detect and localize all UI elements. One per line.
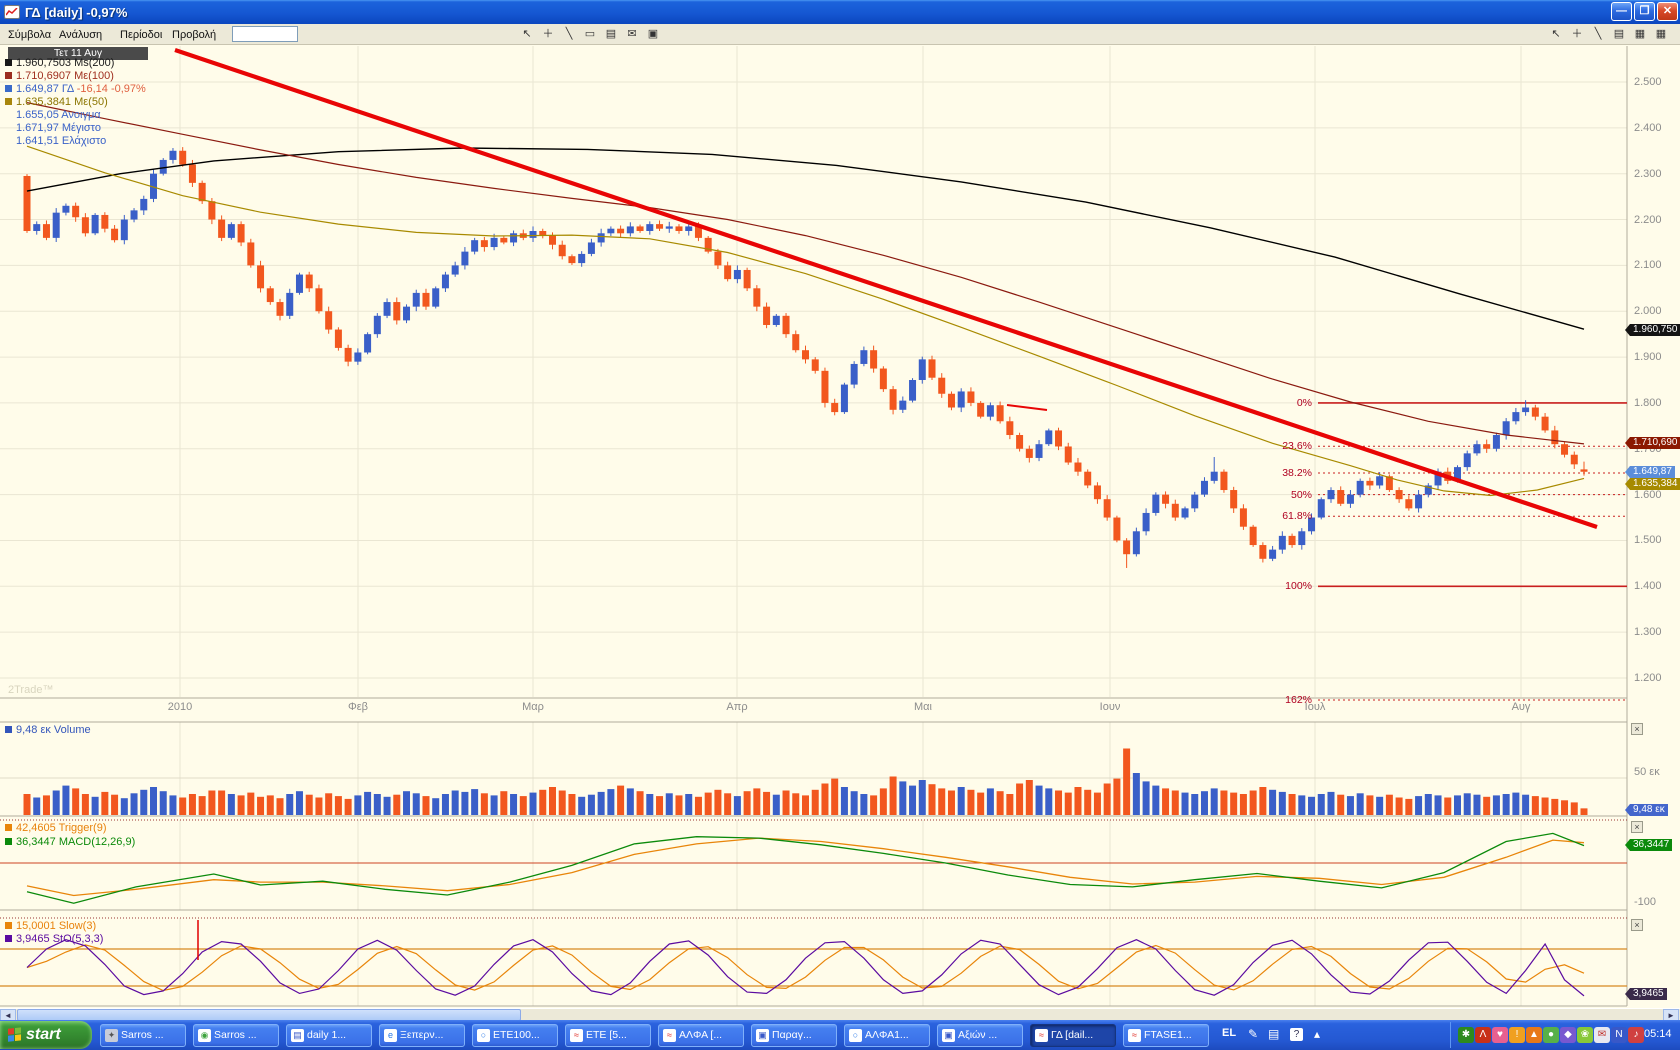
app-icon: ✦ xyxy=(105,1029,118,1042)
taskbar-task-αξι-ν-[interactable]: ▣Αξιών ... xyxy=(937,1024,1023,1047)
keyboard-icon[interactable]: ▤ xyxy=(1268,1027,1279,1041)
task-label: Αξιών ... xyxy=(958,1025,997,1046)
zoom-in-tool-icon[interactable]: ＋ xyxy=(538,25,558,42)
tray-network-icon[interactable]: ● xyxy=(1543,1027,1559,1043)
help-icon[interactable]: ? xyxy=(1290,1028,1303,1041)
email-icon[interactable]: ✉ xyxy=(622,25,642,42)
zoom-in-tool-icon[interactable]: ＋ xyxy=(1567,25,1587,42)
tray-app-n-icon[interactable]: N xyxy=(1611,1027,1627,1043)
window-titlebar: ΓΔ [daily] -0,97% — ❐ ✕ xyxy=(0,0,1680,24)
monitor-icon: ▣ xyxy=(756,1029,769,1042)
monitor-icon: ▣ xyxy=(942,1029,955,1042)
tray-chevron-icon[interactable]: ▴ xyxy=(1314,1027,1320,1041)
task-label: Παραγ... xyxy=(772,1025,812,1046)
taskbar-task-sarros-[interactable]: ◉Sarros ... xyxy=(193,1024,279,1047)
toolbar-left: ↖＋╲▭▤✉▣ xyxy=(517,25,663,42)
tray-agent-icon[interactable]: ◆ xyxy=(1560,1027,1576,1043)
line-tool-icon[interactable]: ╲ xyxy=(1588,25,1608,42)
pen-input-icon[interactable]: ✎ xyxy=(1248,1027,1258,1041)
chart-icon: ≈ xyxy=(663,1029,676,1042)
taskbar-task-παραγ-[interactable]: ▣Παραγ... xyxy=(751,1024,837,1047)
tray-divider xyxy=(1450,1022,1451,1048)
menu-periods[interactable]: Περίοδοι xyxy=(116,27,166,43)
taskbar: start EL ✎ ▤ ? ▴ 05:14 ✦Sarros ...◉Sarro… xyxy=(0,1020,1680,1050)
start-label: start xyxy=(26,1026,61,1044)
tray-messenger-icon[interactable]: ♥ xyxy=(1492,1027,1508,1043)
menu-bar: Σύμβολα Ανάλυση Περίοδοι Προβολή ↖＋╲▭▤✉▣… xyxy=(0,24,1680,45)
taskbar-task-ετε100-[interactable]: ○ΕΤΕ100... xyxy=(472,1024,558,1047)
taskbar-task-ξεπερν-[interactable]: eΞεπερν... xyxy=(379,1024,465,1047)
task-label: Ξεπερν... xyxy=(400,1025,443,1046)
task-label: ΕΤΕ [5... xyxy=(586,1025,627,1046)
tray-update-icon[interactable]: ▲ xyxy=(1526,1027,1542,1043)
menu-analysis[interactable]: Ανάλυση xyxy=(55,27,106,43)
minimize-button[interactable]: — xyxy=(1611,2,1632,21)
taskbar-task-sarros-[interactable]: ✦Sarros ... xyxy=(100,1024,186,1047)
list-view-icon[interactable]: ▤ xyxy=(1609,25,1629,42)
task-label: ΕΤΕ100... xyxy=(493,1025,540,1046)
chart-icon: ≈ xyxy=(1035,1029,1048,1042)
pointer-tool-icon[interactable]: ↖ xyxy=(517,25,537,42)
globe-icon: ◉ xyxy=(198,1029,211,1042)
trendline-tool-icon[interactable]: ╲ xyxy=(559,25,579,42)
tray-media-icon[interactable]: ♪ xyxy=(1628,1027,1644,1043)
task-label: FTASE1... xyxy=(1144,1025,1192,1046)
tray-icq-icon[interactable]: ❀ xyxy=(1577,1027,1593,1043)
language-indicator[interactable]: EL xyxy=(1222,1027,1236,1039)
search-icon: ○ xyxy=(477,1029,490,1042)
rectangle-tool-icon[interactable]: ▭ xyxy=(580,25,600,42)
task-label: Sarros ... xyxy=(214,1025,257,1046)
layout-icon[interactable]: ▤ xyxy=(601,25,621,42)
task-label: ΓΔ [dail... xyxy=(1051,1025,1093,1046)
task-label: Sarros ... xyxy=(121,1025,164,1046)
close-button[interactable]: ✕ xyxy=(1657,2,1678,21)
task-label: ΑΛΦΑ1... xyxy=(865,1025,909,1046)
tray-antivirus-icon[interactable]: ✱ xyxy=(1458,1027,1474,1043)
task-label: daily 1... xyxy=(307,1025,346,1046)
taskbar-task-αλφα1-[interactable]: ○ΑΛΦΑ1... xyxy=(844,1024,930,1047)
chart-app-icon xyxy=(4,5,20,19)
chart-icon: ≈ xyxy=(1128,1029,1141,1042)
chart-icon: ≈ xyxy=(570,1029,583,1042)
tray-lab-tool-icon[interactable]: Λ xyxy=(1475,1027,1491,1043)
save-icon[interactable]: ▣ xyxy=(643,25,663,42)
taskbar-task-ftase1-[interactable]: ≈FTASE1... xyxy=(1123,1024,1209,1047)
chart-background xyxy=(0,45,1680,1008)
taskbar-task-daily-1-[interactable]: ▤daily 1... xyxy=(286,1024,372,1047)
taskbar-task-αλφα-[interactable]: ≈ΑΛΦΑ [... xyxy=(658,1024,744,1047)
ie-icon: e xyxy=(384,1029,397,1042)
toolbar-right: ↖＋╲▤▦▦ xyxy=(1546,25,1671,42)
taskbar-clock: 05:14 xyxy=(1644,1028,1672,1040)
windows-logo-icon xyxy=(8,1027,22,1042)
chart-grid-icon[interactable]: ▦ xyxy=(1651,25,1671,42)
menu-view[interactable]: Προβολή xyxy=(168,27,220,43)
taskbar-task-ετε-5-[interactable]: ≈ΕΤΕ [5... xyxy=(565,1024,651,1047)
window-title: ΓΔ [daily] -0,97% xyxy=(25,5,127,20)
menu-symbols[interactable]: Σύμβολα xyxy=(4,27,55,43)
start-button[interactable]: start xyxy=(0,1021,92,1049)
search-icon: ○ xyxy=(849,1029,862,1042)
tray-alert-shield-icon[interactable]: ! xyxy=(1509,1027,1525,1043)
document-icon: ▤ xyxy=(291,1029,304,1042)
tray-mail-icon[interactable]: ✉ xyxy=(1594,1027,1610,1043)
task-label: ΑΛΦΑ [... xyxy=(679,1025,722,1046)
restore-button[interactable]: ❐ xyxy=(1634,2,1655,21)
grid-view-icon[interactable]: ▦ xyxy=(1630,25,1650,42)
taskbar-task-γδ-dail-[interactable]: ≈ΓΔ [dail... xyxy=(1030,1024,1116,1047)
pointer-tool-icon[interactable]: ↖ xyxy=(1546,25,1566,42)
symbol-input[interactable] xyxy=(232,26,298,42)
